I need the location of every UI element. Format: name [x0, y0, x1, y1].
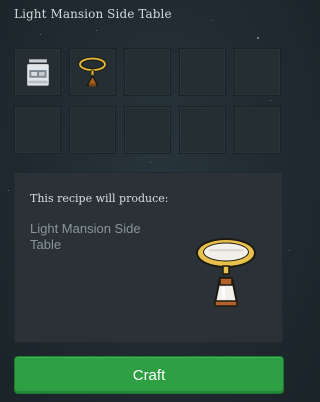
result-heading: This recipe will produce:	[30, 192, 169, 205]
lamp-frame-icon	[78, 56, 107, 87]
ingredient-slot-10[interactable]	[234, 106, 281, 154]
ingredient-slot-8[interactable]	[124, 106, 171, 154]
ingredient-slot-4[interactable]	[179, 48, 226, 96]
ingredient-slot-5[interactable]	[234, 48, 281, 96]
ingredient-slot-2[interactable]	[69, 48, 116, 96]
side-table-icon	[196, 238, 256, 307]
ingredient-grid	[14, 48, 284, 156]
window-title: Light Mansion Side Table	[14, 7, 172, 21]
ingredient-slot-9[interactable]	[179, 106, 226, 154]
paint-bucket-icon	[25, 57, 51, 88]
result-item-name: Light Mansion Side Table	[30, 221, 141, 252]
ingredient-slot-1[interactable]	[14, 48, 61, 96]
ingredient-slot-6[interactable]	[14, 106, 61, 154]
recipe-result-panel: This recipe will produce: Light Mansion …	[14, 172, 283, 343]
ingredient-slot-7[interactable]	[69, 106, 116, 154]
ingredient-slot-3[interactable]	[124, 48, 171, 96]
craft-button[interactable]: Craft	[14, 356, 284, 394]
